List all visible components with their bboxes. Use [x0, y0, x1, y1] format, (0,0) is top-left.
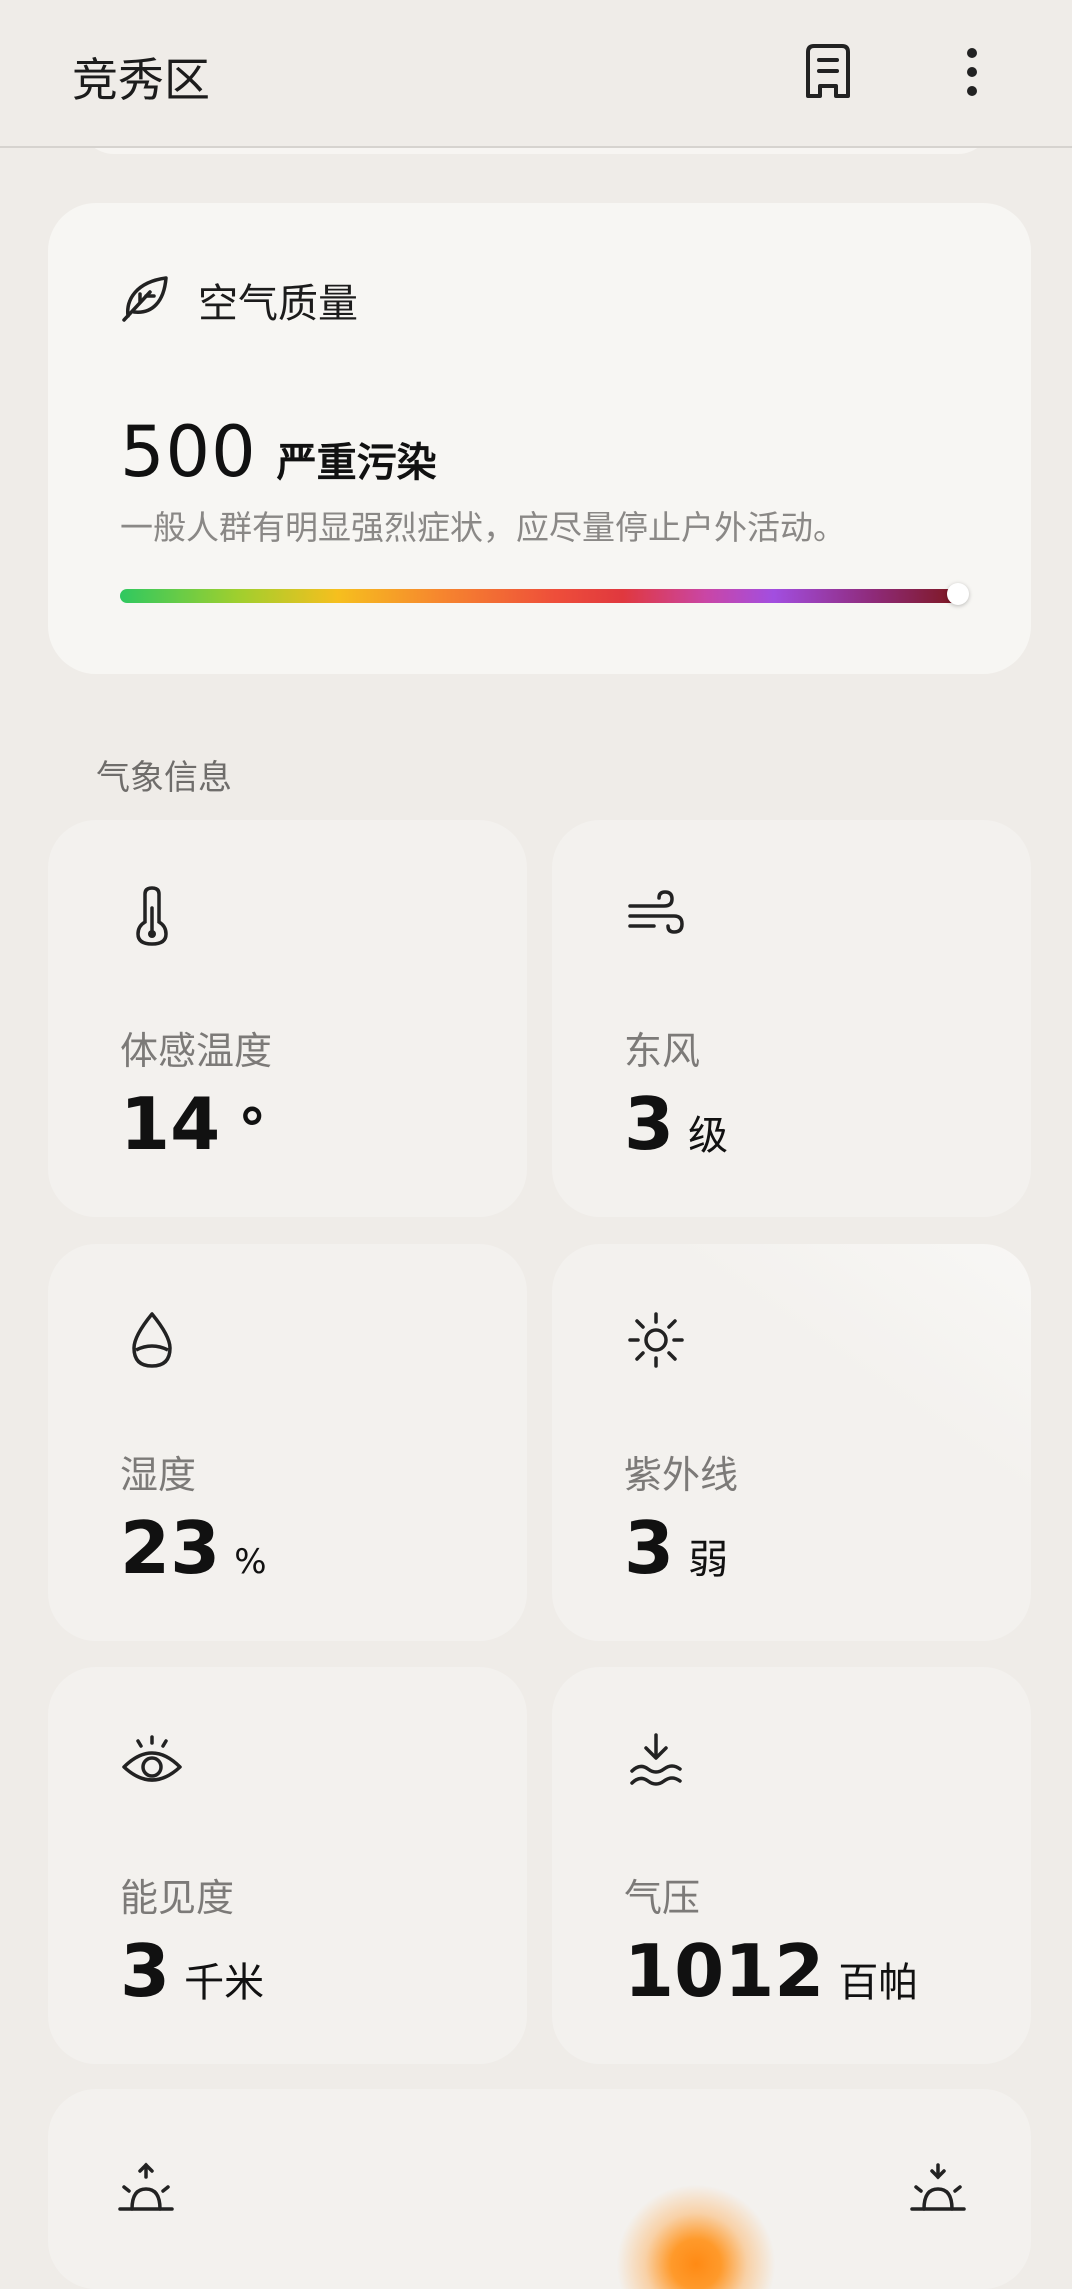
tile-uv[interactable]: 紫外线 3 弱 [552, 1244, 1031, 1641]
tile-unit: 千米 [184, 1960, 265, 2006]
tile-wind[interactable]: 东风 3 级 [552, 820, 1031, 1217]
more-vertical-icon[interactable] [936, 36, 1008, 108]
wind-icon [624, 884, 688, 948]
tile-label: 体感温度 [120, 1029, 273, 1073]
tile-unit: 级 [688, 1113, 729, 1159]
tile-label: 气压 [624, 1876, 701, 1920]
tile-feels-like[interactable]: 体感温度 14 ° [48, 820, 527, 1217]
location-title[interactable]: 竞秀区 [72, 44, 210, 110]
tile-unit: 百帕 [838, 1960, 919, 2006]
app-header: 竞秀区 [0, 0, 1072, 148]
sun-icon [624, 1308, 688, 1372]
droplet-icon [120, 1308, 184, 1372]
tile-unit: 弱 [688, 1537, 729, 1583]
pressure-icon [624, 1731, 688, 1795]
tile-value: 1012 [624, 1929, 825, 2013]
aqi-gradient-bar [120, 583, 969, 605]
tile-pressure[interactable]: 气压 1012 百帕 [552, 1667, 1031, 2064]
tile-label: 能见度 [120, 1876, 235, 1920]
tile-value: 23 [120, 1506, 221, 1590]
tile-value: 3 [624, 1082, 675, 1166]
aqi-description: 一般人群有明显强烈症状，应尽量停止户外活动。 [120, 508, 846, 547]
aqi-value: 500 [120, 411, 257, 493]
tile-label: 紫外线 [624, 1453, 739, 1497]
sunset-icon [906, 2157, 970, 2225]
air-quality-card[interactable]: 空气质量 500 严重污染 一般人群有明显强烈症状，应尽量停止户外活动。 [48, 203, 1031, 674]
leaf-icon [120, 272, 172, 328]
eye-icon [120, 1731, 184, 1795]
thermometer-icon [120, 884, 184, 948]
sunrise-sunset-card[interactable] [48, 2089, 1031, 2289]
tile-unit: % [234, 1542, 267, 1582]
tile-label: 东风 [624, 1029, 701, 1073]
sun-position-marker [616, 2184, 776, 2289]
tile-humidity[interactable]: 湿度 23 % [48, 1244, 527, 1641]
tile-unit: ° [238, 1098, 267, 1163]
tile-visibility[interactable]: 能见度 3 千米 [48, 1667, 527, 2064]
tile-value: 3 [624, 1506, 675, 1590]
tile-value: 14 [120, 1082, 221, 1166]
tile-value: 3 [120, 1929, 171, 2013]
sunrise-icon [114, 2157, 178, 2225]
section-title: 气象信息 [96, 758, 232, 798]
aqi-indicator [947, 583, 969, 605]
aqi-level: 严重污染 [276, 440, 437, 486]
document-icon[interactable] [792, 36, 864, 108]
tile-label: 湿度 [120, 1453, 197, 1497]
air-quality-label: 空气质量 [198, 281, 358, 327]
